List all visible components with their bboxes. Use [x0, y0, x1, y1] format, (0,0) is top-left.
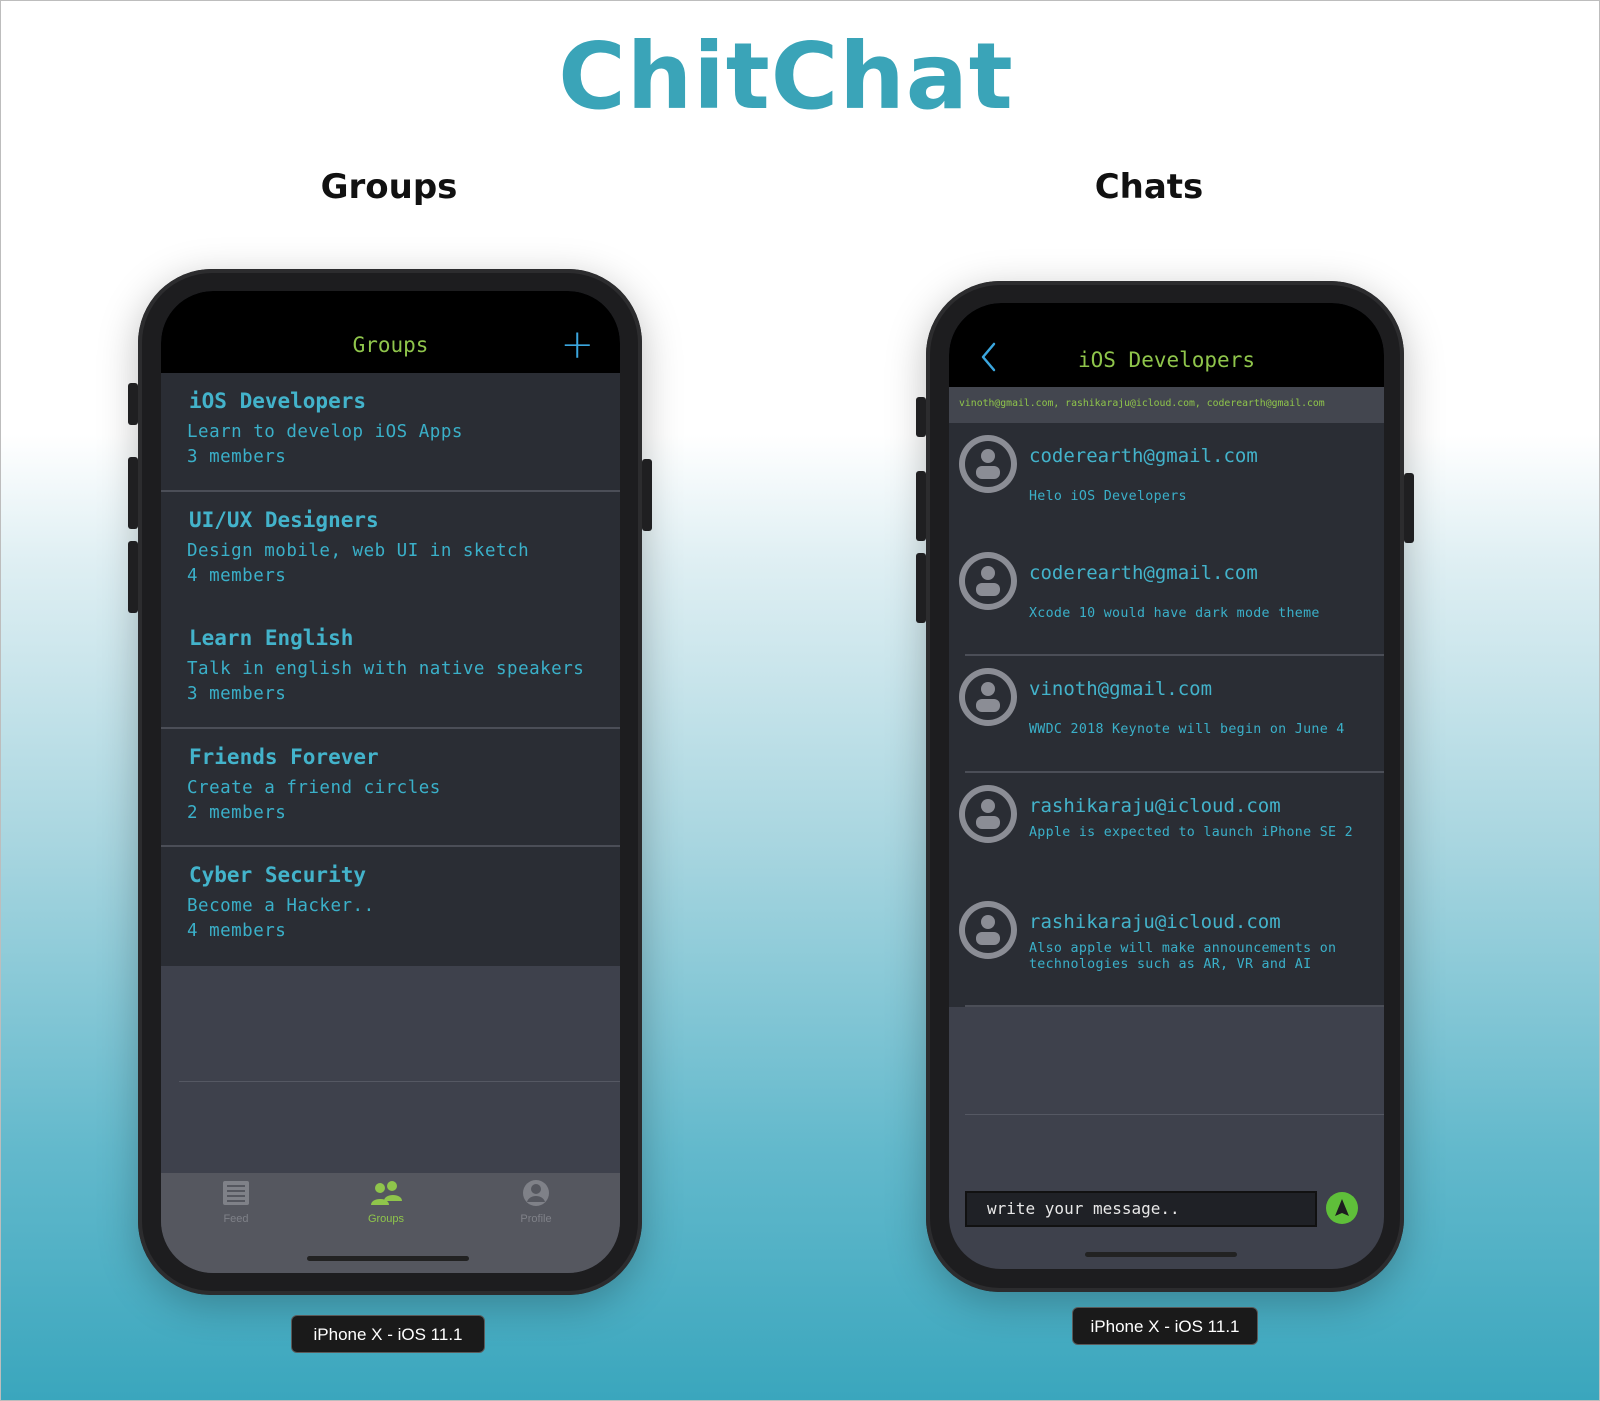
empty-row-separator	[179, 1081, 620, 1082]
message-input[interactable]: write your message..	[965, 1191, 1317, 1227]
user-avatar-icon	[965, 557, 1011, 604]
home-indicator[interactable]	[307, 1256, 469, 1261]
volume-up-button	[916, 471, 926, 541]
group-name: UI/UX Designers	[189, 507, 379, 532]
mute-switch	[916, 397, 926, 437]
group-list: iOS Developers Learn to develop iOS Apps…	[161, 373, 620, 966]
message-text: Xcode 10 would have dark mode theme	[1029, 605, 1320, 621]
tab-groups[interactable]: Groups	[311, 1179, 461, 1225]
nav-title: Groups	[352, 333, 429, 357]
group-row[interactable]: iOS Developers Learn to develop iOS Apps…	[161, 373, 620, 492]
group-name: Learn English	[189, 626, 354, 650]
empty-row-separator	[965, 1114, 1384, 1115]
tab-bar: Feed Groups Profile	[161, 1173, 620, 1273]
notch	[1043, 303, 1285, 339]
message-sender: coderearth@gmail.com	[1029, 561, 1258, 584]
group-members-bar: vinoth@gmail.com, rashikaraju@icloud.com…	[949, 387, 1384, 423]
power-button	[1404, 473, 1414, 543]
group-description: Become a Hacker..	[187, 896, 375, 916]
group-member-count: 4 members	[187, 921, 287, 941]
group-row[interactable]: UI/UX Designers Design mobile, web UI in…	[161, 491, 620, 610]
message-row[interactable]: rashikaraju@icloud.com Also apple will m…	[949, 889, 1384, 1007]
power-button	[642, 459, 652, 531]
iphone-frame-chat: iOS Developers vinoth@gmail.com, rashika…	[916, 281, 1414, 1292]
section-title-groups: Groups	[320, 167, 458, 207]
groups-icon	[371, 1181, 402, 1205]
message-sender: rashikaraju@icloud.com	[1029, 911, 1281, 933]
user-avatar-icon	[965, 674, 1011, 720]
device-caption: iPhone X - iOS 11.1	[1072, 1307, 1258, 1345]
send-button[interactable]	[1326, 1192, 1358, 1224]
message-row[interactable]: coderearth@gmail.com Xcode 10 would have…	[949, 539, 1384, 656]
send-arrow-icon	[1327, 1193, 1357, 1223]
feed-icon	[223, 1181, 249, 1205]
group-description: Design mobile, web UI in sketch	[187, 540, 530, 561]
groups-screen: Groups + iOS Developers Learn to develop…	[161, 291, 620, 1273]
group-description: Talk in english with native speakers	[187, 659, 585, 679]
volume-up-button	[128, 457, 138, 529]
message-row[interactable]: vinoth@gmail.com WWDC 2018 Keynote will …	[949, 656, 1384, 773]
message-sender: rashikaraju@icloud.com	[1029, 794, 1281, 817]
tab-label: Profile	[520, 1213, 552, 1225]
device-caption: iPhone X - iOS 11.1	[291, 1315, 485, 1353]
user-avatar-icon	[965, 790, 1011, 837]
group-name: iOS Developers	[189, 389, 367, 413]
group-name: Friends Forever	[189, 744, 379, 769]
tab-feed[interactable]: Feed	[161, 1179, 311, 1225]
group-row[interactable]: Friends Forever Create a friend circles …	[161, 728, 620, 847]
tab-profile[interactable]: Profile	[461, 1179, 611, 1225]
user-avatar-icon	[965, 441, 1011, 487]
group-member-count: 3 members	[187, 684, 287, 704]
message-text: Helo iOS Developers	[1029, 489, 1187, 504]
iphone-frame-groups: Groups + iOS Developers Learn to develop…	[128, 269, 652, 1295]
message-text: Apple is expected to launch iPhone SE 2	[1029, 824, 1353, 840]
add-group-button[interactable]: +	[560, 325, 594, 365]
group-row[interactable]: Learn English Talk in english with nativ…	[161, 610, 620, 729]
home-indicator[interactable]	[1085, 1252, 1237, 1257]
group-member-count: 4 members	[187, 565, 287, 586]
volume-down-button	[128, 541, 138, 613]
chat-screen: iOS Developers vinoth@gmail.com, rashika…	[949, 303, 1384, 1269]
user-avatar-icon	[965, 907, 1011, 953]
message-row[interactable]: coderearth@gmail.com Helo iOS Developers	[949, 423, 1384, 540]
group-member-count: 2 members	[187, 802, 287, 823]
profile-icon	[523, 1180, 549, 1206]
notch	[263, 291, 519, 327]
message-sender: coderearth@gmail.com	[1029, 445, 1258, 467]
avatar	[959, 901, 1017, 959]
message-list: coderearth@gmail.com Helo iOS Developers…	[949, 423, 1384, 1007]
app-title: ChitChat	[558, 23, 1014, 130]
group-name: Cyber Security	[189, 863, 367, 887]
mute-switch	[128, 383, 138, 425]
tab-label: Feed	[223, 1213, 249, 1225]
group-description: Create a friend circles	[187, 777, 441, 798]
avatar	[959, 551, 1017, 610]
avatar	[959, 435, 1017, 493]
group-member-count: 3 members	[187, 447, 287, 467]
group-row[interactable]: Cyber Security Become a Hacker.. 4 membe…	[161, 847, 620, 966]
avatar	[959, 668, 1017, 726]
nav-title: iOS Developers	[1077, 348, 1255, 372]
message-text: Also apple will make announcements on te…	[1029, 941, 1337, 972]
message-composer: write your message..	[949, 1191, 1384, 1231]
tab-label: Groups	[367, 1213, 405, 1225]
message-row[interactable]: rashikaraju@icloud.com Apple is expected…	[949, 772, 1384, 889]
section-title-chats: Chats	[1094, 167, 1204, 207]
message-sender: vinoth@gmail.com	[1029, 678, 1213, 700]
message-text: WWDC 2018 Keynote will begin on June 4	[1029, 722, 1345, 737]
volume-down-button	[916, 553, 926, 623]
avatar	[959, 784, 1017, 843]
group-description: Learn to develop iOS Apps	[187, 422, 463, 442]
